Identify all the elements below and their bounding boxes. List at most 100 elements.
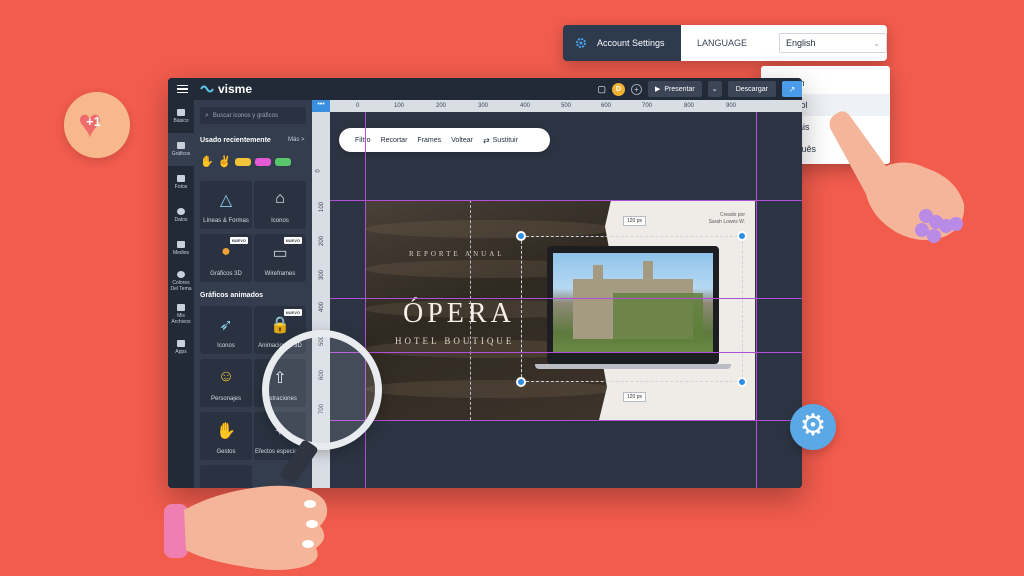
comment-icon[interactable]: ▢ <box>597 84 606 95</box>
ruler-corner-button[interactable]: ••• <box>312 100 330 112</box>
dimension-label-bottom: 120 px <box>623 392 647 402</box>
filter-button[interactable]: Filtro <box>355 137 371 144</box>
rail-item-fotos[interactable]: Fotos <box>168 166 194 199</box>
rail-label: Fotos <box>174 184 188 190</box>
avatar[interactable]: D <box>611 82 625 96</box>
guide-horizontal[interactable] <box>330 200 802 201</box>
ruler-tick: 100 <box>394 103 405 109</box>
crop-button[interactable]: Recortar <box>381 137 408 144</box>
tile-label: Personajes <box>210 396 242 402</box>
rail-item-graficos[interactable]: Gráficos <box>168 133 194 166</box>
add-collaborator-icon[interactable]: + <box>630 83 642 95</box>
guide-vertical[interactable] <box>756 112 757 488</box>
tile-wireframes[interactable]: NUEVO ▭ Wireframes <box>254 234 306 282</box>
credit-line-1: Creado por <box>719 212 745 218</box>
recent-speech-bubble-yellow[interactable] <box>235 157 252 166</box>
recent-speech-bubble-pink[interactable] <box>255 157 272 166</box>
slide-subtitle[interactable]: HOTEL BOUTIQUE <box>395 336 514 346</box>
tile-label: Gestos <box>216 449 236 455</box>
ruler-tick: 200 <box>319 235 326 247</box>
tile-lineas-formas[interactable]: △ Líneas & Formas <box>200 181 252 229</box>
guide-horizontal[interactable] <box>330 298 802 299</box>
ruler-tick: 700 <box>642 103 653 109</box>
gesture-hand-icon: ✋ <box>216 423 236 440</box>
language-select[interactable]: English ⌄ <box>779 33 887 53</box>
house-icon: ⌂ <box>275 190 285 207</box>
rail-item-archivos[interactable]: Mis Archivos <box>168 298 194 331</box>
tile-graficos-3d[interactable]: NUEVO ● Gráficos 3D <box>200 234 252 282</box>
rocket-icon: ➶ <box>219 317 233 334</box>
pointing-hand-illustration <box>829 111 965 243</box>
resize-handle-bottom-left[interactable] <box>516 377 526 387</box>
tile-gestos[interactable]: ✋ Gestos <box>200 412 252 460</box>
ruler-tick: 400 <box>319 301 326 313</box>
photo-icon <box>177 175 185 182</box>
chart-icon <box>177 208 185 215</box>
slide-credit[interactable]: Creado por Sarah Lowes W. <box>709 212 745 226</box>
download-button[interactable]: Descargar <box>727 81 776 97</box>
tile-animated-iconos[interactable]: ➶ Iconos <box>200 306 252 354</box>
ruler-tick: 400 <box>520 103 531 109</box>
gear-icon <box>576 38 586 48</box>
tile-iconos[interactable]: ⌂ Iconos <box>254 181 306 229</box>
guide-horizontal[interactable] <box>330 352 802 353</box>
slide-title[interactable]: ÓPERA <box>403 298 515 330</box>
resize-handle-top-left[interactable] <box>516 231 526 241</box>
tile-label: Líneas & Formas <box>203 218 249 224</box>
recent-rock-hand-icon[interactable]: ✌ <box>218 155 232 168</box>
account-settings-title: Account Settings <box>597 38 665 48</box>
guide-horizontal[interactable] <box>330 420 802 421</box>
slide-kicker[interactable]: REPORTE ANUAL <box>409 250 505 258</box>
slide[interactable]: REPORTE ANUAL ÓPERA HOTEL BOUTIQUE Cread… <box>365 200 755 420</box>
recent-speech-bubble-green[interactable] <box>275 157 292 166</box>
rail-item-colores[interactable]: Colores Del Tema <box>168 265 194 298</box>
share-button[interactable]: ↗ <box>782 81 802 97</box>
magnifying-glass-illustration <box>262 330 382 450</box>
ruler-tick: 800 <box>684 103 695 109</box>
present-button[interactable]: ▶ Presentar <box>647 81 702 97</box>
rail-label: Gráficos <box>171 151 191 157</box>
replace-label: Sustituir <box>492 136 518 144</box>
rail-item-datos[interactable]: Datos <box>168 199 194 232</box>
shapes-icon <box>177 142 185 149</box>
rail-item-basico[interactable]: Básico <box>168 100 194 133</box>
language-row: LANGUAGE English ⌄ <box>680 25 887 61</box>
search-icon: ⌕ <box>205 111 209 119</box>
tile-personajes[interactable]: ☺ Personajes <box>200 359 252 407</box>
resize-handle-top-right[interactable] <box>737 231 747 241</box>
rail-label: Colores Del Tema <box>170 280 192 292</box>
recent-title: Usado recientemente <box>200 137 271 144</box>
palette-icon <box>177 271 185 278</box>
like-badge: ♥ +1 <box>64 92 130 158</box>
visme-logo[interactable]: visme <box>200 82 252 96</box>
tile-label: Iconos <box>271 218 289 224</box>
rail-item-apps[interactable]: Apps <box>168 331 194 364</box>
recent-items: ✋ ✌ <box>200 155 292 168</box>
resize-handle-bottom-right[interactable] <box>737 377 747 387</box>
tile-label: Wireframes <box>264 271 296 277</box>
recent-hand-icon[interactable]: ✋ <box>200 155 214 168</box>
present-options-button[interactable]: ⌄ <box>707 81 722 97</box>
tile-label: Iconos <box>217 343 235 349</box>
more-link[interactable]: Más > <box>288 137 305 143</box>
search-placeholder: Buscar iconos y gráficos <box>212 112 278 119</box>
menu-icon[interactable] <box>168 78 196 100</box>
guide-dashed <box>470 200 471 420</box>
like-count: +1 <box>86 114 101 129</box>
rail-item-medios[interactable]: Medios <box>168 232 194 265</box>
chevron-down-icon: ⌄ <box>873 38 880 48</box>
video-icon <box>177 241 185 248</box>
ruler-tick: 600 <box>601 103 612 109</box>
account-settings-bar: Account Settings LANGUAGE English ⌄ <box>563 25 887 61</box>
ruler-top: 0 100 200 300 400 500 600 700 800 900 <box>330 100 802 112</box>
replace-button[interactable]: ⇄ Sustituir <box>483 136 518 145</box>
frames-button[interactable]: Frames <box>417 137 441 144</box>
rail-label: Mis Archivos <box>171 313 191 325</box>
search-input[interactable]: ⌕ Buscar iconos y gráficos <box>200 107 306 124</box>
image-toolbar: Filtro Recortar Frames Voltear ⇄ Sustitu… <box>339 128 550 152</box>
ruler-tick: 0 <box>315 169 322 173</box>
top-bar: visme ▢ D + ▶ Presentar ⌄ Descargar ↗ <box>168 78 802 100</box>
account-settings-header[interactable]: Account Settings <box>563 25 681 61</box>
credit-line-2: Sarah Lowes W. <box>708 219 745 225</box>
flip-button[interactable]: Voltear <box>451 137 473 144</box>
